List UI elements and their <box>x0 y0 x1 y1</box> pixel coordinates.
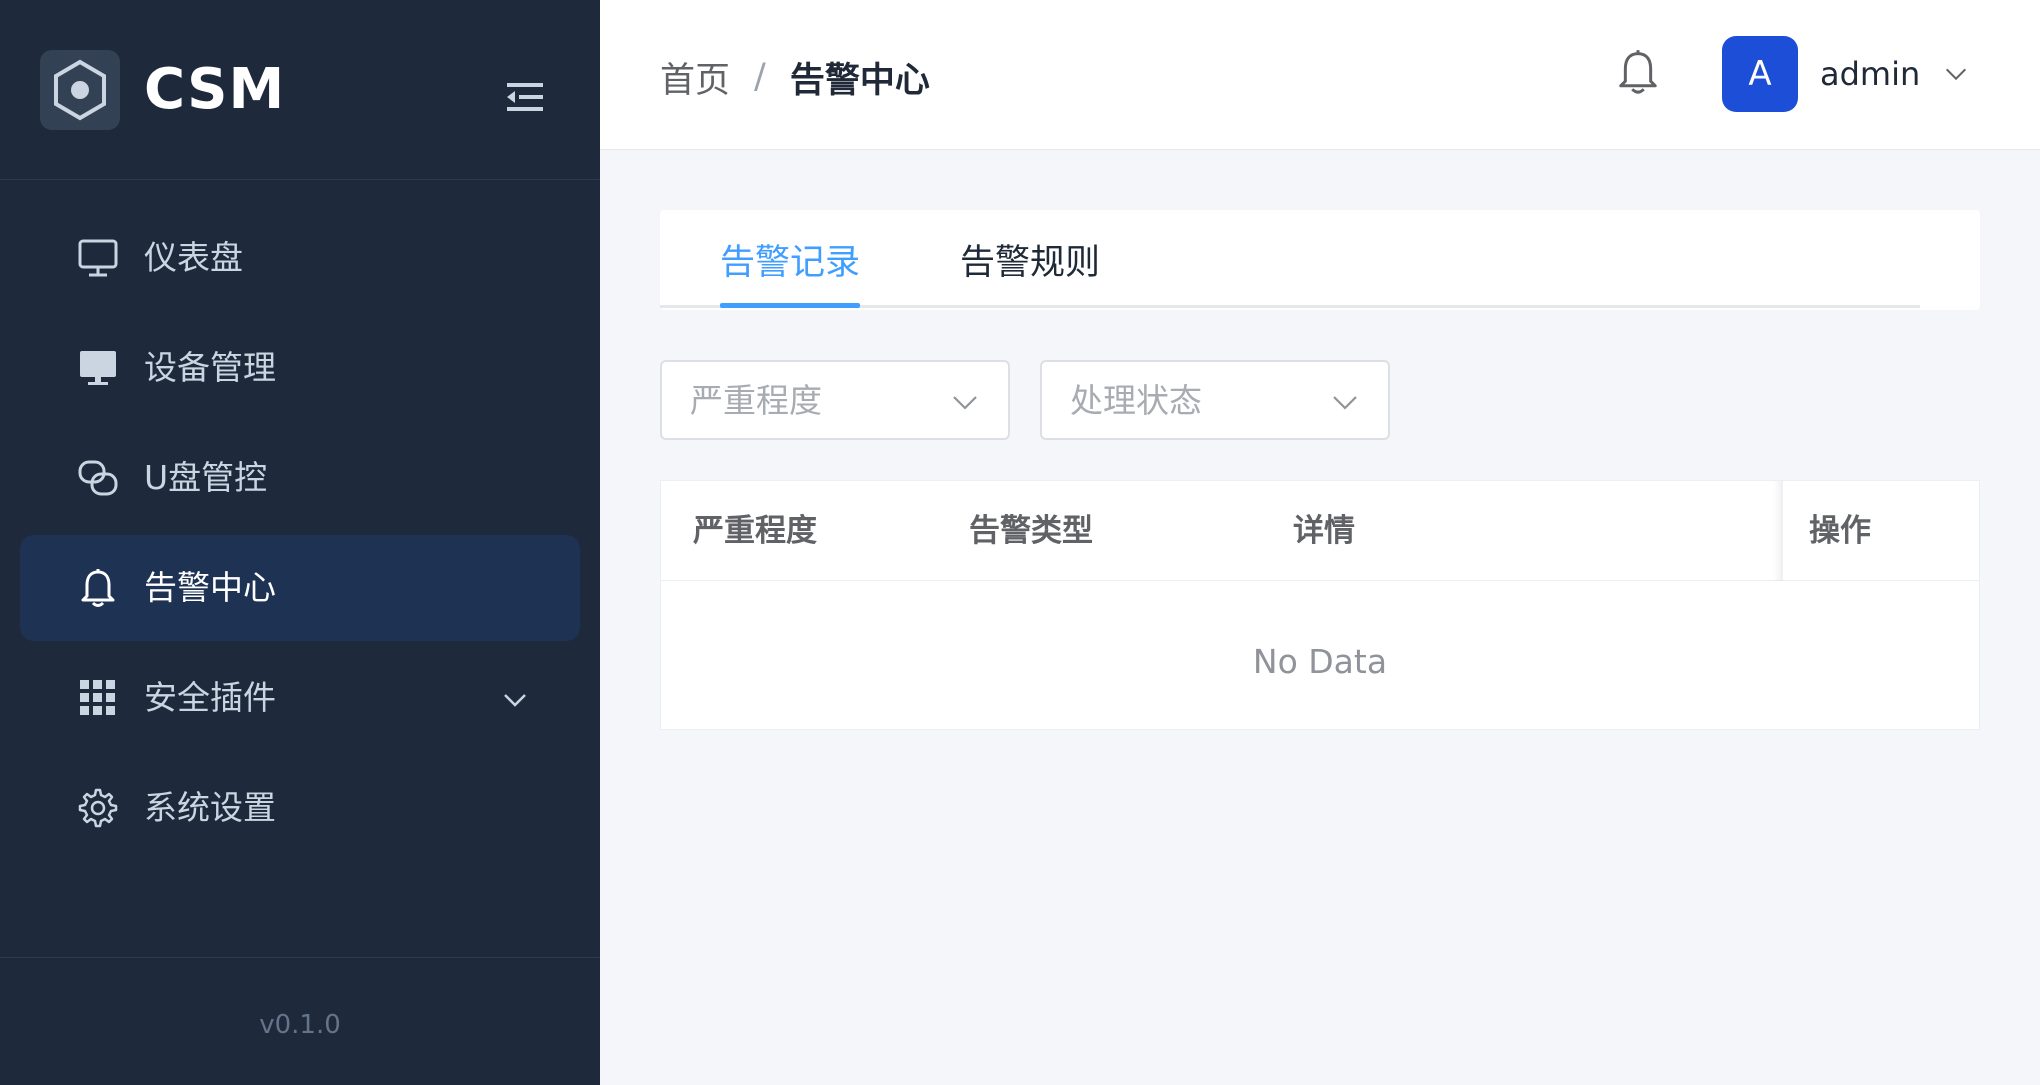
chevron-down-icon <box>1946 68 1967 81</box>
sidebar-item-dashboard[interactable]: 仪表盘 <box>20 205 580 311</box>
grid-icon <box>78 678 118 718</box>
alerts-table: 严重程度 告警类型 详情 操作 No Data <box>660 480 1980 730</box>
sidebar-item-alert-center[interactable]: 告警中心 <box>20 535 580 641</box>
sidebar-item-label: U盘管控 <box>144 458 268 497</box>
sidebar-item-label: 告警中心 <box>144 568 276 607</box>
brand-name: CSM <box>144 57 286 122</box>
column-header-severity: 严重程度 <box>693 513 817 549</box>
breadcrumb-separator: / <box>754 57 766 97</box>
hexagon-logo-icon <box>40 50 120 130</box>
top-header: 首页 / 告警中心 A admin <box>600 0 2040 150</box>
notifications-button[interactable] <box>1612 46 1664 98</box>
chevron-down-icon <box>1333 396 1357 410</box>
severity-select-placeholder: 严重程度 <box>690 381 822 420</box>
sidebar-item-usb-control[interactable]: U盘管控 <box>20 425 580 531</box>
table-empty-text: No Data <box>1252 642 1388 681</box>
user-menu[interactable]: A admin <box>1722 36 1970 112</box>
sidebar-item-label: 安全插件 <box>144 678 276 717</box>
app-root: CSM 仪表盘 设备管理 U盘管控 告警中心 安全插件 系统设置 v0.1.0 … <box>0 0 2040 1085</box>
username: admin <box>1820 55 1921 93</box>
avatar: A <box>1722 36 1798 112</box>
breadcrumb-current: 告警中心 <box>789 60 930 101</box>
tabs-card: 告警记录 告警规则 <box>660 210 1980 310</box>
tab-alert-records[interactable]: 告警记录 <box>720 240 860 286</box>
column-header-actions: 操作 <box>1809 513 1871 549</box>
gear-icon <box>78 788 118 828</box>
table-header: 严重程度 告警类型 详情 操作 <box>661 481 1979 581</box>
link-icon <box>78 458 118 498</box>
sidebar-item-security-plugins[interactable]: 安全插件 <box>20 645 580 751</box>
sidebar-collapse-button[interactable] <box>500 72 550 122</box>
sidebar: CSM 仪表盘 设备管理 U盘管控 告警中心 安全插件 系统设置 v0.1.0 <box>0 0 600 1085</box>
status-select[interactable]: 处理状态 <box>1040 360 1390 440</box>
sidebar-item-label: 设备管理 <box>144 348 276 387</box>
active-tab-indicator <box>720 303 860 308</box>
sidebar-footer: v0.1.0 <box>0 957 600 1085</box>
column-header-alert-type: 告警类型 <box>969 513 1093 549</box>
menu-fold-icon <box>507 83 543 111</box>
sidebar-item-label: 系统设置 <box>144 788 276 827</box>
column-header-details: 详情 <box>1293 513 1355 549</box>
bell-icon <box>78 568 118 608</box>
monitor-filled-icon <box>78 348 118 388</box>
monitor-outline-icon <box>78 238 118 278</box>
sidebar-item-devices[interactable]: 设备管理 <box>20 315 580 421</box>
tab-alert-rules[interactable]: 告警规则 <box>960 240 1100 286</box>
sidebar-item-label: 仪表盘 <box>144 238 243 277</box>
breadcrumb: 首页 / 告警中心 <box>660 52 930 103</box>
sidebar-item-settings[interactable]: 系统设置 <box>20 755 580 861</box>
status-select-placeholder: 处理状态 <box>1070 381 1202 420</box>
chevron-down-icon <box>953 396 977 410</box>
chevron-down-icon <box>504 694 526 707</box>
brand-area: CSM <box>0 0 600 180</box>
app-version: v0.1.0 <box>259 1010 341 1040</box>
fixed-column-divider <box>1781 481 1782 581</box>
breadcrumb-home-link[interactable]: 首页 <box>660 52 730 103</box>
severity-select[interactable]: 严重程度 <box>660 360 1010 440</box>
bell-icon <box>1619 50 1657 94</box>
